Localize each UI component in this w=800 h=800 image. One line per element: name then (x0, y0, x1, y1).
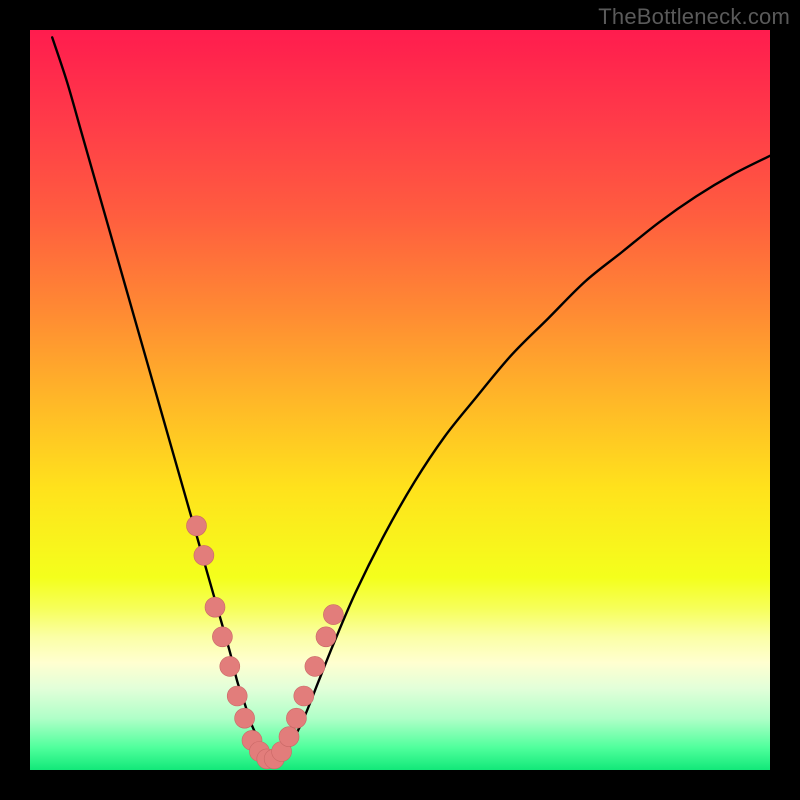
marker-dot (227, 686, 247, 706)
marker-dot (205, 597, 225, 617)
plot-area (30, 30, 770, 770)
marker-points-group (187, 516, 344, 769)
marker-dot (187, 516, 207, 536)
marker-dot (194, 545, 214, 565)
marker-dot (286, 708, 306, 728)
marker-dot (323, 605, 343, 625)
marker-dot (235, 708, 255, 728)
chart-svg (30, 30, 770, 770)
marker-dot (279, 727, 299, 747)
marker-dot (316, 627, 336, 647)
bottleneck-curve (52, 37, 770, 760)
watermark-label: TheBottleneck.com (598, 4, 790, 30)
marker-dot (212, 627, 232, 647)
marker-dot (220, 656, 240, 676)
marker-dot (305, 656, 325, 676)
chart-stage: TheBottleneck.com (0, 0, 800, 800)
marker-dot (294, 686, 314, 706)
